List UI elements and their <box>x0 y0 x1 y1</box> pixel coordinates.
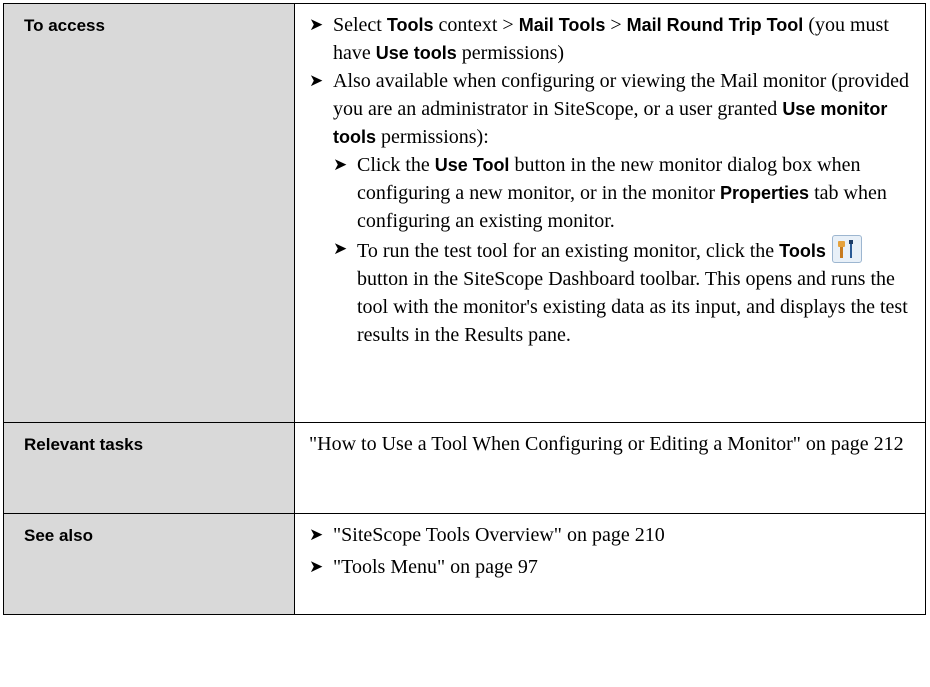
arrow-bullet-icon: ➤ <box>309 525 324 544</box>
link-tools-overview[interactable]: "SiteScope Tools Overview" on page 210 <box>333 524 665 546</box>
value-to-access: ➤ Select Tools context > Mail Tools > Ma… <box>294 3 926 423</box>
label-relevant-tasks: Relevant tasks <box>3 422 295 514</box>
arrow-bullet-icon: ➤ <box>309 557 324 576</box>
list-item: ➤ "Tools Menu" on page 97 <box>309 553 911 581</box>
label-to-access: To access <box>3 3 295 423</box>
row-to-access: To access ➤ Select Tools context > Mail … <box>3 3 926 423</box>
list-item: ➤ Also available when configuring or vie… <box>309 67 911 349</box>
arrow-bullet-icon: ➤ <box>309 71 324 90</box>
link-how-to-use-tool[interactable]: "How to Use a Tool When Configuring or E… <box>309 433 904 455</box>
sub-list: ➤ Click the Use Tool button in the new m… <box>333 151 911 349</box>
tools-icon <box>831 235 862 263</box>
list-item: ➤ To run the test tool for an existing m… <box>333 235 911 349</box>
value-relevant-tasks: "How to Use a Tool When Configuring or E… <box>294 422 926 514</box>
list-item: ➤ Click the Use Tool button in the new m… <box>333 151 911 235</box>
value-see-also: ➤ "SiteScope Tools Overview" on page 210… <box>294 513 926 615</box>
list-item: ➤ "SiteScope Tools Overview" on page 210 <box>309 521 911 549</box>
arrow-bullet-icon: ➤ <box>309 15 324 34</box>
label-see-also: See also <box>3 513 295 615</box>
arrow-bullet-icon: ➤ <box>333 155 348 174</box>
row-see-also: See also ➤ "SiteScope Tools Overview" on… <box>3 513 926 615</box>
link-tools-menu[interactable]: "Tools Menu" on page 97 <box>333 556 538 578</box>
arrow-bullet-icon: ➤ <box>333 239 348 258</box>
info-table: To access ➤ Select Tools context > Mail … <box>3 3 926 615</box>
list-item: ➤ Select Tools context > Mail Tools > Ma… <box>309 11 911 67</box>
row-relevant-tasks: Relevant tasks "How to Use a Tool When C… <box>3 422 926 514</box>
